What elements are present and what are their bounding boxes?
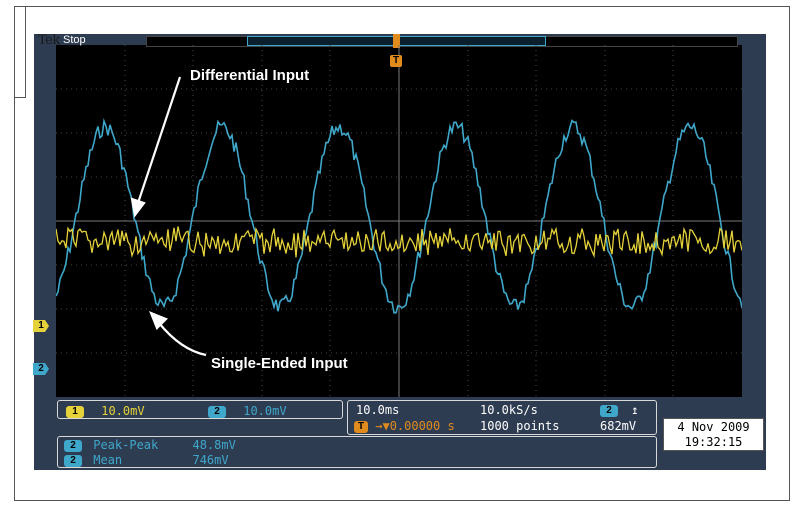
trigger-level: 682mV bbox=[600, 419, 637, 433]
meas1-channel-badge: 2 bbox=[64, 439, 82, 452]
record-length: 1000 points bbox=[480, 419, 560, 433]
date-text: 4 Nov 2009 bbox=[677, 420, 750, 434]
meas2-value: 746mV bbox=[192, 453, 229, 467]
trigger-arrow-icon: →▼ bbox=[375, 419, 390, 433]
sample-rate: 10.0kS/s bbox=[480, 403, 538, 417]
ch2-scale: 10.0mV bbox=[243, 404, 287, 418]
rising-edge-icon: ↥ bbox=[631, 403, 639, 417]
meas2-label: Mean bbox=[93, 453, 123, 467]
channel-scale-panel[interactable]: 1 10.0mV 2 10.0mV bbox=[57, 400, 343, 419]
trigger-source-badge: 2 bbox=[600, 404, 618, 417]
differential-arrowhead bbox=[130, 197, 146, 218]
time-text: 19:32:15 bbox=[684, 435, 743, 449]
ch1-scale: 10.0mV bbox=[101, 404, 145, 418]
timebase-panel[interactable]: 10.0ms T →▼0.00000 s 10.0kS/s 1000 point… bbox=[347, 400, 657, 435]
single-ended-input-label: Single-Ended Input bbox=[211, 355, 348, 372]
graticule bbox=[56, 45, 742, 397]
meas1-label: Peak-Peak bbox=[93, 438, 159, 452]
datetime-box: 4 Nov 2009 19:32:15 bbox=[663, 418, 764, 451]
trigger-position: 0.00000 s bbox=[389, 419, 455, 433]
ch1-badge: 1 bbox=[66, 405, 84, 418]
differential-arrow bbox=[136, 76, 182, 204]
measurement-panel[interactable]: 2 Peak-Peak 48.8mV 2 Mean 746mV bbox=[57, 436, 657, 468]
measurement-row: 2 Mean 746mV bbox=[64, 453, 229, 467]
measurement-row: 2 Peak-Peak 48.8mV bbox=[64, 438, 236, 452]
differential-input-label: Differential Input bbox=[190, 67, 310, 84]
single-ended-arrowhead bbox=[149, 311, 168, 330]
trigger-position-icon: T bbox=[354, 420, 368, 433]
ch2-badge: 2 bbox=[208, 405, 226, 418]
time-per-div: 10.0ms bbox=[356, 403, 400, 417]
trigger-marker: T bbox=[390, 55, 402, 67]
meas1-value: 48.8mV bbox=[192, 438, 236, 452]
frame-corner bbox=[15, 7, 26, 98]
meas2-channel-badge: 2 bbox=[64, 454, 82, 467]
single-ended-arrow bbox=[158, 322, 207, 357]
